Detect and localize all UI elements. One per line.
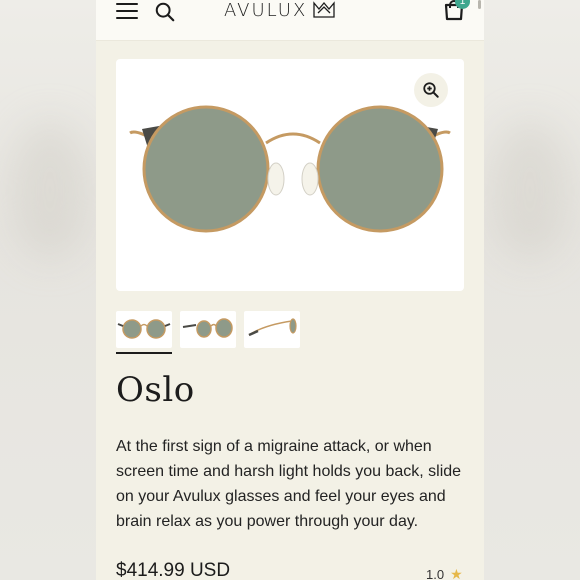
product-description: At the first sign of a migraine attack, … xyxy=(116,438,462,530)
product-main-image[interactable] xyxy=(116,59,464,291)
site-header: AVULUX 1 xyxy=(96,0,484,41)
thumbnail-front-view[interactable] xyxy=(116,311,172,348)
star-icon: ★ xyxy=(450,566,463,580)
search-icon[interactable] xyxy=(154,1,176,23)
scrollbar[interactable] xyxy=(478,0,481,9)
brand-name: AVULUX xyxy=(224,0,308,21)
brand-logo[interactable]: AVULUX xyxy=(224,0,335,21)
thumbnail-side-view[interactable] xyxy=(244,311,300,348)
zoom-in-icon xyxy=(423,82,439,98)
product-title: Oslo xyxy=(116,370,195,410)
product-rating[interactable]: 1.0 ★ xyxy=(426,566,463,580)
thumbnail-angled-view[interactable] xyxy=(180,311,236,348)
sunglasses-image xyxy=(129,105,451,233)
thumbnail-strip xyxy=(116,311,300,348)
product-price: $414.99 USD xyxy=(116,560,231,580)
product-page: AVULUX 1 Oslo At the first sign of a mig… xyxy=(96,0,484,580)
cart-count-badge: 1 xyxy=(455,0,470,9)
backdrop-right xyxy=(484,0,580,580)
rating-value: 1.0 xyxy=(426,567,445,580)
backdrop-left xyxy=(0,0,96,580)
crown-icon xyxy=(313,1,335,18)
zoom-button[interactable] xyxy=(414,73,448,107)
active-thumbnail-indicator xyxy=(116,352,172,354)
menu-icon[interactable] xyxy=(116,3,138,19)
